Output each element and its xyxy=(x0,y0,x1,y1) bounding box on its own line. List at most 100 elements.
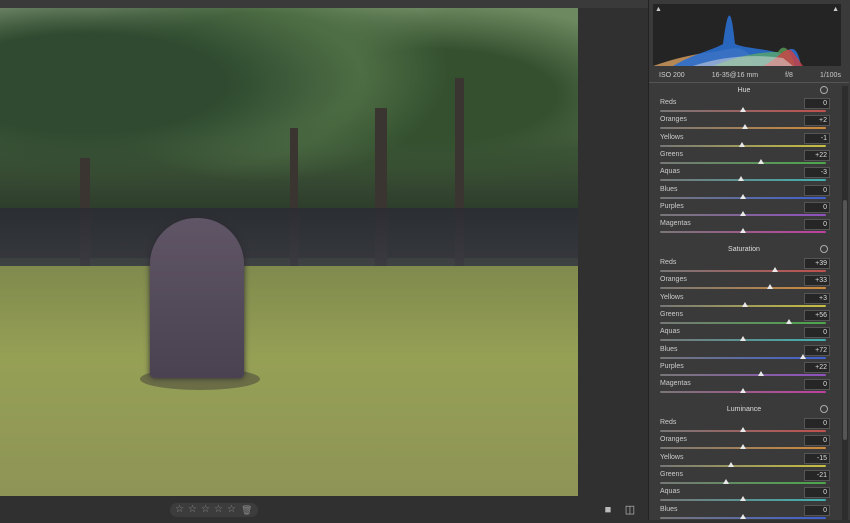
slider-handle[interactable] xyxy=(740,210,746,216)
slider-row-aquas: Aquas 0 xyxy=(658,487,830,505)
slider-handle[interactable] xyxy=(740,107,746,112)
slider-value-field[interactable]: 0 xyxy=(804,327,830,339)
slider-track[interactable] xyxy=(660,464,826,467)
slider-handle[interactable] xyxy=(740,228,746,234)
slider-row-purples: Purples +22 xyxy=(658,361,830,380)
slider-value-field[interactable]: 0 xyxy=(804,379,830,391)
slider-handle[interactable] xyxy=(740,444,746,450)
slider-handle[interactable] xyxy=(772,267,779,272)
slider-value-field[interactable]: 0 xyxy=(804,184,830,196)
slider-handle[interactable] xyxy=(740,496,746,502)
target-icon[interactable] xyxy=(820,245,828,253)
lens-value: 16-35@16 mm xyxy=(711,72,759,79)
slider-label: Oranges xyxy=(660,116,687,124)
slider-row-greens: Greens +56 xyxy=(658,309,830,328)
slider-value-field[interactable]: -1 xyxy=(804,132,830,144)
hue-section-title: Hue xyxy=(737,87,751,94)
star-icon[interactable]: ☆ xyxy=(226,503,237,517)
slider-row-magentas: Magentas 0 xyxy=(658,379,830,397)
slider-handle[interactable] xyxy=(739,141,746,147)
slider-handle[interactable] xyxy=(742,301,749,307)
iso-value: ISO 200 xyxy=(659,72,685,79)
slider-handle[interactable] xyxy=(727,461,734,467)
slider-label: Yellows xyxy=(660,293,684,301)
slider-handle[interactable] xyxy=(740,388,746,394)
slider-label: Reds xyxy=(660,419,677,426)
slider-track[interactable] xyxy=(660,481,826,484)
highlight-clip-warning-icon[interactable]: ▲ xyxy=(832,6,839,13)
slider-row-oranges: Oranges +2 xyxy=(658,115,830,133)
slider-row-magentas: Magentas 0 xyxy=(658,219,830,237)
slider-value-field[interactable]: +3 xyxy=(804,292,830,304)
slider-track[interactable] xyxy=(660,161,826,164)
slider-value-field[interactable]: +22 xyxy=(804,361,830,373)
star-icon[interactable]: ☆ xyxy=(187,503,198,517)
slider-label: Oranges xyxy=(660,436,687,444)
slider-handle[interactable] xyxy=(740,513,746,519)
slider-value-field[interactable]: 0 xyxy=(804,98,830,109)
slider-handle[interactable] xyxy=(786,318,793,324)
shutter-value: 1/100s xyxy=(819,72,841,79)
slider-handle[interactable] xyxy=(740,427,746,432)
slider-track[interactable] xyxy=(660,270,826,272)
compare-view-button[interactable]: ◫ xyxy=(624,504,636,516)
star-icon[interactable]: ☆ xyxy=(200,503,211,517)
slider-handle[interactable] xyxy=(799,353,806,359)
target-icon[interactable] xyxy=(820,405,828,413)
slider-value-field[interactable]: 0 xyxy=(804,201,830,213)
star-rating[interactable]: ☆ ☆ ☆ ☆ ☆ 🗑 xyxy=(170,503,258,517)
slider-handle[interactable] xyxy=(722,478,729,484)
slider-row-blues: Blues 0 xyxy=(658,184,830,203)
slider-row-yellows: Yellows -15 xyxy=(658,452,830,471)
slider-handle[interactable] xyxy=(740,336,746,342)
slider-label: Yellows xyxy=(660,133,684,141)
slider-value-field[interactable]: +22 xyxy=(804,149,830,161)
slider-handle[interactable] xyxy=(758,158,765,164)
slider-value-field[interactable]: +39 xyxy=(804,258,830,269)
slider-track[interactable] xyxy=(660,287,826,290)
trash-icon[interactable]: 🗑 xyxy=(241,505,252,516)
slider-row-blues: Blues +72 xyxy=(658,344,830,363)
slider-track[interactable] xyxy=(660,373,826,376)
target-icon[interactable] xyxy=(820,86,828,94)
slider-value-field[interactable]: -21 xyxy=(804,469,830,481)
slider-value-field[interactable]: +56 xyxy=(804,309,830,321)
star-icon[interactable]: ☆ xyxy=(174,503,185,517)
photo-preview[interactable] xyxy=(0,8,578,496)
slider-label: Oranges xyxy=(660,276,687,284)
slider-track[interactable] xyxy=(660,321,826,324)
slider-value-field[interactable]: 0 xyxy=(804,418,830,429)
slider-value-field[interactable]: +72 xyxy=(804,344,830,356)
slider-label: Reds xyxy=(660,99,677,106)
slider-row-oranges: Oranges 0 xyxy=(658,435,830,453)
slider-row-reds: Reds +39 xyxy=(658,258,830,276)
slider-value-field[interactable]: 0 xyxy=(804,504,830,516)
slider-value-field[interactable]: 0 xyxy=(804,435,830,447)
slider-value-field[interactable]: 0 xyxy=(804,487,830,499)
photo-treeline xyxy=(0,208,578,268)
slider-value-field[interactable]: -3 xyxy=(804,167,830,179)
slider-label: Greens xyxy=(660,310,683,318)
luminance-section-title: Luminance xyxy=(726,406,762,413)
slider-handle[interactable] xyxy=(767,284,774,290)
slider-handle[interactable] xyxy=(740,193,746,199)
single-view-button[interactable]: ■ xyxy=(602,504,614,516)
exif-info: ISO 200 16-35@16 mm f/8 1/100s xyxy=(659,72,841,79)
slider-value-field[interactable]: -15 xyxy=(804,452,830,464)
slider-handle[interactable] xyxy=(741,124,748,130)
slider-row-yellows: Yellows -1 xyxy=(658,132,830,151)
slider-label: Magentas xyxy=(660,380,691,388)
slider-label: Blues xyxy=(660,185,678,193)
panel-scroll-thumb[interactable] xyxy=(843,200,847,440)
slider-value-field[interactable]: +2 xyxy=(804,115,830,127)
photo-gravestone xyxy=(150,218,244,378)
slider-handle[interactable] xyxy=(758,370,765,376)
slider-handle[interactable] xyxy=(737,176,744,182)
slider-value-field[interactable]: +33 xyxy=(804,275,830,287)
slider-row-aquas: Aquas 0 xyxy=(658,327,830,345)
slider-value-field[interactable]: 0 xyxy=(804,219,830,231)
slider-label: Purples xyxy=(660,202,684,210)
slider-row-oranges: Oranges +33 xyxy=(658,275,830,293)
shadow-clip-warning-icon[interactable]: ▲ xyxy=(655,6,662,13)
star-icon[interactable]: ☆ xyxy=(213,503,224,517)
